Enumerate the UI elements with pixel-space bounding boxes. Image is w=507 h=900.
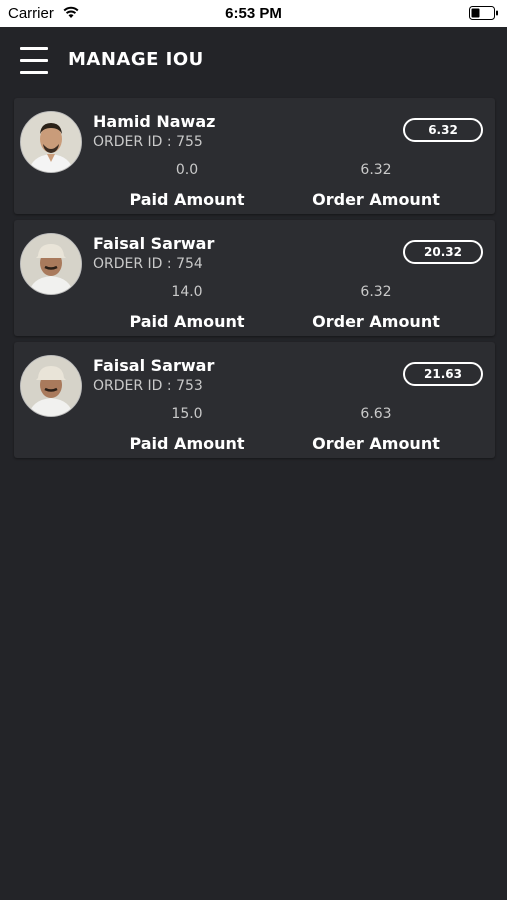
order-amount-label: Order Amount — [312, 434, 440, 453]
hamburger-icon — [20, 47, 48, 50]
paid-amount-value: 0.0 — [175, 162, 199, 178]
menu-button[interactable] — [20, 47, 50, 75]
page-title: MANAGE IOU — [68, 49, 204, 70]
user-photo-icon — [21, 234, 81, 294]
balance-badge: 20.32 — [403, 240, 483, 264]
order-id: ORDER ID : 755 — [93, 134, 203, 150]
order-id: ORDER ID : 754 — [93, 256, 203, 272]
customer-name: Hamid Nawaz — [93, 112, 216, 131]
user-photo-icon — [21, 112, 81, 172]
iou-list: Hamid Nawaz ORDER ID : 755 6.32 0.0 6.32… — [14, 98, 495, 464]
iou-card[interactable]: Faisal Sarwar ORDER ID : 753 21.63 15.0 … — [14, 342, 495, 458]
hamburger-icon — [20, 71, 48, 74]
order-amount-value: 6.32 — [360, 162, 392, 178]
paid-amount-label: Paid Amount — [129, 434, 245, 453]
iou-card[interactable]: Faisal Sarwar ORDER ID : 754 20.32 14.0 … — [14, 220, 495, 336]
app-header: MANAGE IOU — [0, 27, 507, 97]
balance-badge: 6.32 — [403, 118, 483, 142]
paid-amount-label: Paid Amount — [129, 312, 245, 331]
order-amount-value: 6.32 — [360, 284, 392, 300]
status-bar: Carrier 6:53 PM — [0, 0, 507, 27]
order-amount-label: Order Amount — [312, 190, 440, 209]
customer-name: Faisal Sarwar — [93, 234, 215, 253]
avatar — [20, 111, 82, 173]
order-amount-label: Order Amount — [312, 312, 440, 331]
paid-amount-value: 14.0 — [171, 284, 203, 300]
order-id: ORDER ID : 753 — [93, 378, 203, 394]
battery-icon — [469, 6, 498, 20]
customer-name: Faisal Sarwar — [93, 356, 215, 375]
iou-card[interactable]: Hamid Nawaz ORDER ID : 755 6.32 0.0 6.32… — [14, 98, 495, 214]
avatar — [20, 355, 82, 417]
balance-badge: 21.63 — [403, 362, 483, 386]
paid-amount-label: Paid Amount — [129, 190, 245, 209]
user-photo-icon — [21, 356, 81, 416]
hamburger-icon — [20, 59, 48, 62]
avatar — [20, 233, 82, 295]
order-amount-value: 6.63 — [360, 406, 392, 422]
status-time: 6:53 PM — [225, 5, 282, 22]
paid-amount-value: 15.0 — [171, 406, 203, 422]
